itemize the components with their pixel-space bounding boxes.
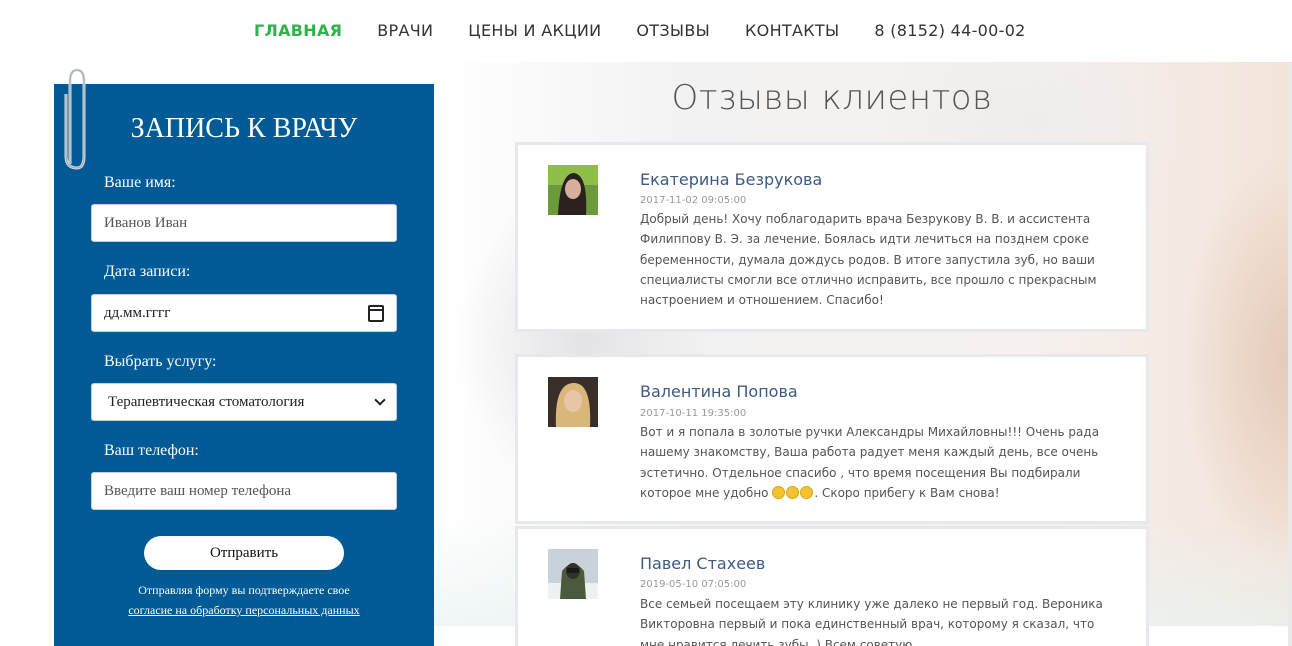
name-input-placeholder: Иванов Иван bbox=[104, 214, 188, 231]
review-text: Добрый день! Хочу поблагодарить врача Бе… bbox=[640, 212, 1097, 308]
date-label: Дата записи: bbox=[104, 263, 191, 280]
consent-text: Отправляя форму вы подтверждаете свое bbox=[138, 583, 350, 597]
review-text: Вот и я попала в золотые ручки Александр… bbox=[640, 422, 1120, 503]
submit-button[interactable]: Отправить bbox=[144, 536, 344, 570]
nav-item-contacts[interactable]: КОНТАКТЫ bbox=[745, 21, 839, 40]
review-date: 2017-10-11 19:35:00 bbox=[640, 408, 747, 419]
scrollbar[interactable] bbox=[1288, 0, 1292, 646]
smile-icon bbox=[786, 485, 800, 499]
nav-item-prices[interactable]: ЦЕНЫ И АКЦИИ bbox=[468, 21, 601, 40]
service-label: Выбрать услугу: bbox=[104, 353, 217, 370]
review-author: Павел Стахеев bbox=[640, 554, 766, 573]
nav-item-doctors[interactable]: ВРАЧИ bbox=[377, 21, 433, 40]
phone-input[interactable]: Введите ваш номер телефона bbox=[91, 472, 397, 510]
review-date: 2017-11-02 09:05:00 bbox=[640, 195, 747, 206]
review-author: Екатерина Безрукова bbox=[640, 170, 823, 189]
avatar bbox=[548, 165, 598, 215]
smile-icon bbox=[772, 485, 786, 499]
phone-input-placeholder: Введите ваш номер телефона bbox=[104, 482, 292, 499]
review-text: Все семьей посещаем эту клинику уже дале… bbox=[640, 597, 1103, 646]
review-date: 2019-05-10 07:05:00 bbox=[640, 579, 747, 590]
chevron-down-icon bbox=[374, 394, 386, 406]
date-input-placeholder: дд.мм.гггг bbox=[104, 304, 171, 321]
form-title: ЗАПИСЬ К ВРАЧУ bbox=[130, 113, 358, 144]
avatar bbox=[548, 549, 598, 599]
avatar bbox=[548, 377, 598, 427]
consent-link[interactable]: согласие на обработку персональных данны… bbox=[54, 603, 434, 618]
nav-menu: ГЛАВНАЯ ВРАЧИ ЦЕНЫ И АКЦИИ ОТЗЫВЫ КОНТАК… bbox=[254, 21, 1026, 40]
service-select[interactable]: Терапевтическая стоматология bbox=[91, 383, 397, 421]
smile-icon bbox=[800, 485, 814, 499]
nav-phone[interactable]: 8 (8152) 44-00-02 bbox=[874, 21, 1025, 40]
review-author: Валентина Попова bbox=[640, 382, 798, 401]
service-selected: Терапевтическая стоматология bbox=[108, 393, 305, 410]
review-card: Павел Стахеев 2019-05-10 07:05:00 Все се… bbox=[515, 526, 1149, 646]
top-nav: ГЛАВНАЯ ВРАЧИ ЦЕНЫ И АКЦИИ ОТЗЫВЫ КОНТАК… bbox=[0, 0, 1292, 62]
date-input[interactable]: дд.мм.гггг bbox=[91, 294, 397, 332]
name-input[interactable]: Иванов Иван bbox=[91, 204, 397, 242]
nav-item-reviews[interactable]: ОТЗЫВЫ bbox=[636, 21, 710, 40]
phone-label: Ваш телефон: bbox=[104, 442, 199, 459]
nav-item-home[interactable]: ГЛАВНАЯ bbox=[254, 21, 342, 40]
review-card: Валентина Попова 2017-10-11 19:35:00 Вот… bbox=[515, 354, 1149, 524]
review-text-part: . Скоро прибегу к Вам снова! bbox=[814, 485, 1000, 500]
name-label: Ваше имя: bbox=[104, 174, 176, 191]
calendar-icon[interactable] bbox=[368, 304, 384, 322]
review-card: Екатерина Безрукова 2017-11-02 09:05:00 … bbox=[515, 142, 1149, 332]
reviews-title: Отзывы клиентов bbox=[671, 78, 993, 118]
